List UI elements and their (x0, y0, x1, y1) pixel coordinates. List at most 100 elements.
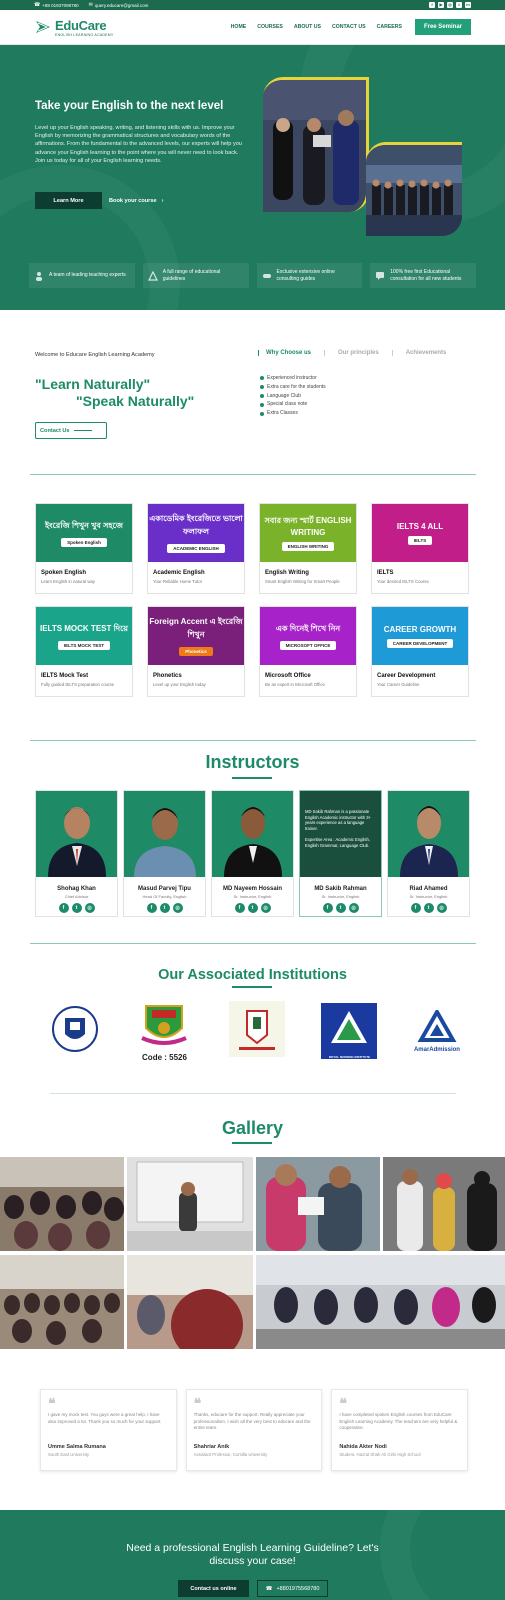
phone-info[interactable]: ☎ +88 01937098780 (34, 2, 79, 8)
tab-why-choose-us[interactable]: Why Choose us (258, 350, 324, 356)
gallery-image[interactable] (256, 1157, 380, 1251)
course-card[interactable]: একাডেমিক ইংরেজিতে ভালো ফলাফল ACADEMIC ENG… (147, 503, 245, 594)
testimonial-card: ❝ I have completed spoken English courses… (331, 1389, 469, 1471)
phone-icon: ☎ (34, 2, 41, 8)
list-item: Extra Classes (260, 409, 326, 418)
top-bar: ☎ +88 01937098780 ✉ query.educare@gmail.co… (0, 0, 505, 10)
facebook-icon[interactable]: f (58, 903, 69, 913)
youtube-icon[interactable]: ▶ (438, 2, 444, 8)
call-button[interactable]: ☎ +8801975568780 (257, 1580, 328, 1597)
nav-about[interactable]: ABOUT US (294, 24, 321, 30)
logo-name: EduCare (55, 17, 107, 33)
gallery-image[interactable] (127, 1157, 253, 1251)
chat-icon (376, 271, 385, 280)
hero-group-photo (366, 142, 462, 236)
book-course-button[interactable]: Book your course › (109, 192, 163, 209)
twitter-icon[interactable]: t (335, 903, 346, 913)
mail-icon: ✉ (88, 2, 93, 8)
nav-careers[interactable]: CAREERS (377, 24, 402, 30)
institutions-title: Our Associated Institutions (158, 967, 347, 983)
check-icon (260, 393, 264, 398)
course-card[interactable]: CAREER GROWTH CAREER DEVELOPMENT Career De… (371, 606, 469, 697)
gallery-image[interactable] (383, 1157, 505, 1251)
facebook-icon[interactable]: f (410, 903, 421, 913)
team-icon (36, 271, 42, 281)
twitter-icon[interactable]: t (247, 903, 258, 913)
instagram-icon[interactable]: ◎ (436, 903, 447, 913)
instagram-icon[interactable]: ◎ (260, 903, 271, 913)
feature-item: A team of leading teaching experts (29, 263, 135, 288)
instructor-card[interactable]: MD Nayeem Hossain Sr. Instructor, Englis… (211, 790, 294, 917)
check-icon (260, 385, 264, 390)
nav-home[interactable]: HOME (231, 24, 247, 30)
quote-icon: ❝ (339, 1395, 347, 1411)
list-item: Language Club (260, 392, 326, 401)
twitter-icon[interactable]: t (71, 903, 82, 913)
facebook-icon[interactable]: f (429, 2, 435, 8)
logo-mark-icon (34, 18, 52, 36)
free-seminar-button[interactable]: Free Seminar (414, 19, 471, 35)
instagram-icon[interactable]: ◎ (172, 903, 183, 913)
nav-contact[interactable]: CONTACT US (332, 24, 366, 30)
gallery-image[interactable] (0, 1255, 124, 1349)
facebook-icon[interactable]: f (146, 903, 157, 913)
gallery-grid (0, 1157, 505, 1349)
facebook-icon[interactable]: f (322, 903, 333, 913)
instagram-icon[interactable]: ◎ (348, 903, 359, 913)
instagram-icon[interactable]: ◎ (84, 903, 95, 913)
institution-logo[interactable]: ROYAL NURSING INSTITUTE (321, 1003, 378, 1059)
logo-tagline: ENGLISH LEARNING ACADEMY (55, 32, 114, 37)
feature-item: Exclusive extensive online consulting gu… (256, 263, 363, 288)
welcome-text: Welcome to Educare English Learning Acad… (35, 352, 155, 358)
course-card[interactable]: IELTS 4 ALL IELTS IELTS Your desired IELTS … (371, 503, 469, 594)
course-image: CAREER GROWTH CAREER DEVELOPMENT (372, 607, 468, 665)
instructor-card[interactable]: Masud Parvej Tipu Head Of Faculty, Engli… (123, 790, 206, 917)
twitter-icon[interactable]: t (159, 903, 170, 913)
cta-section: Need a professional English Learning Gui… (0, 1510, 505, 1600)
tab-our-principles[interactable]: Our principles (324, 350, 392, 356)
instagram-icon[interactable]: ◎ (447, 2, 453, 8)
logo[interactable]: EduCare ENGLISH LEARNING ACADEMY (34, 18, 114, 37)
course-card[interactable]: IELTS MOCK TEST দিয়ে IELTS MOCK TEST IELT… (35, 606, 133, 697)
instructor-card[interactable]: Shohag Khan Chief Advisor f t ◎ (35, 790, 118, 917)
course-card[interactable]: ইংরেজি শিখুন খুব সহজে Spoken English Spoke… (35, 503, 133, 594)
gallery-image[interactable] (256, 1255, 505, 1349)
check-icon (260, 411, 264, 416)
institution-logo[interactable]: AmarAdmission (414, 1007, 460, 1053)
course-card[interactable]: সবার জন্য স্মার্ট ENGLISH WRITING ENGLISH… (259, 503, 357, 594)
nav-courses[interactable]: COURSES (257, 24, 283, 30)
email-info[interactable]: ✉ query.educare@gmail.com (89, 2, 149, 8)
contact-us-button[interactable]: Contact Us (35, 422, 107, 439)
course-image: একাডেমিক ইংরেজিতে ভালো ফলাফল ACADEMIC ENG… (148, 504, 244, 562)
course-card[interactable]: Foreign Accent এ ইংরেজি শিখুন Phonetics Ph… (147, 606, 245, 697)
chevron-right-icon: › (161, 197, 164, 204)
why-choose-list: Experienced instructor Extra care for th… (260, 374, 326, 418)
institution-logo[interactable] (50, 1004, 100, 1059)
course-image: Foreign Accent এ ইংরেজি শিখুন Phonetics (148, 607, 244, 665)
hero-title: Take your English to the next level (35, 100, 224, 112)
facebook-icon[interactable]: f (234, 903, 245, 913)
institution-logos: Code : 5526 ROYAL NURSING INSTITUTE Amar… (50, 1000, 460, 1062)
institution-logo[interactable] (228, 1000, 285, 1062)
course-card[interactable]: এক দিনেই শিখে নিন MICROSOFT OFFICE Microso… (259, 606, 357, 697)
check-icon (260, 402, 264, 407)
instructor-photo (36, 791, 117, 877)
instructor-card[interactable]: MD Sakib Rahman is a passionate English … (299, 790, 382, 917)
handshake-icon (262, 273, 271, 278)
gallery-image[interactable] (0, 1157, 124, 1251)
contact-online-button[interactable]: Contact us online (178, 1580, 249, 1597)
quote-icon: ❝ (48, 1395, 56, 1411)
list-item: Special class note (260, 400, 326, 409)
instructor-card[interactable]: Riad Ahamed Sr. Instructor, English f t ◎ (387, 790, 470, 917)
linkedin-icon[interactable]: in (465, 2, 471, 8)
institution-logo[interactable]: Code : 5526 (136, 1000, 192, 1062)
gallery-image[interactable] (127, 1255, 253, 1349)
divider (30, 474, 476, 475)
title-underline (232, 986, 272, 988)
tab-achievements[interactable]: Achievements (391, 350, 460, 356)
twitter-icon[interactable]: t (423, 903, 434, 913)
phone-icon: ☎ (265, 1585, 273, 1592)
learn-more-button[interactable]: Learn More (35, 192, 102, 209)
twitter-icon[interactable]: t (456, 2, 462, 8)
instructor-bio-overlay: MD Sakib Rahman is a passionate English … (300, 791, 381, 877)
